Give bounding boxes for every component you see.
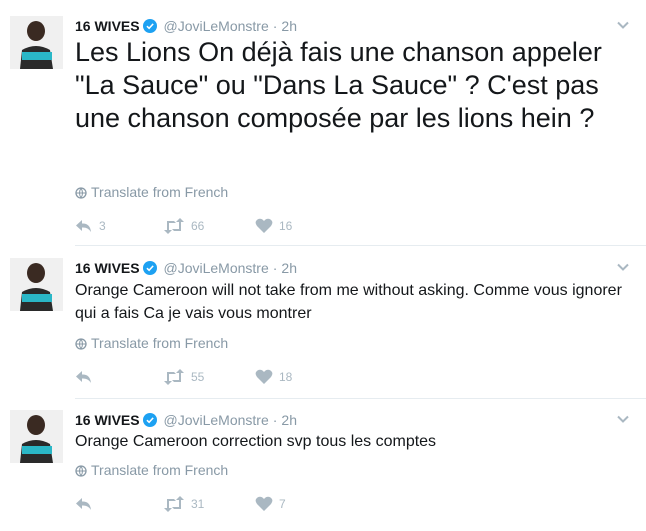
translate-label: Translate from French — [91, 462, 229, 478]
reply-button[interactable] — [75, 495, 99, 513]
retweet-icon — [164, 369, 184, 385]
tweet-divider — [75, 245, 646, 246]
tweet[interactable]: 16 WIVES @JoviLeMonstre · 2h Les Lions On … — [0, 16, 646, 246]
display-name[interactable]: 16 WIVES — [75, 260, 140, 276]
display-name[interactable]: 16 WIVES — [75, 412, 140, 428]
retweet-button[interactable]: 66 — [163, 217, 204, 235]
retweet-count: 31 — [191, 497, 205, 511]
like-count: 16 — [279, 219, 293, 233]
tweet-timeline: 16 WIVES @JoviLeMonstre · 2h Les Lions On … — [0, 0, 646, 531]
reply-count: 3 — [99, 219, 106, 233]
timestamp[interactable]: 2h — [281, 18, 297, 34]
avatar[interactable] — [10, 258, 63, 311]
translate-link[interactable]: Translate from French — [75, 462, 228, 480]
separator-dot: · — [272, 412, 278, 428]
reply-icon — [76, 371, 91, 383]
globe-icon — [75, 337, 87, 353]
reply-icon — [76, 498, 91, 510]
like-button[interactable]: 7 — [255, 495, 286, 513]
retweet-icon — [164, 218, 184, 234]
avatar[interactable] — [10, 410, 63, 463]
like-button[interactable]: 16 — [255, 217, 292, 235]
chevron-down-icon[interactable] — [616, 260, 630, 274]
reply-icon — [76, 220, 91, 232]
retweet-count: 55 — [191, 370, 205, 384]
tweet-text: Orange Cameroon will not take from me wi… — [75, 282, 622, 322]
like-count: 7 — [279, 497, 286, 511]
retweet-button[interactable]: 55 — [163, 368, 204, 386]
like-count: 18 — [279, 370, 293, 384]
tweet[interactable]: 16 WIVES @JoviLeMonstre · 2h Orange Camero… — [0, 410, 646, 531]
heart-icon — [255, 218, 273, 233]
retweet-count: 66 — [191, 219, 205, 233]
translate-link[interactable]: Translate from French — [75, 335, 228, 353]
verified-badge-icon — [142, 412, 157, 432]
tweet-divider — [75, 398, 646, 399]
verified-badge-icon — [142, 260, 157, 280]
chevron-down-icon[interactable] — [616, 18, 630, 32]
translate-label: Translate from French — [91, 335, 229, 351]
user-handle[interactable]: @JoviLeMonstre — [163, 18, 268, 34]
separator-dot: · — [272, 18, 278, 34]
user-handle[interactable]: @JoviLeMonstre — [163, 260, 268, 276]
tweet-text: Orange Cameroon correction svp tous les … — [75, 433, 437, 450]
globe-icon — [75, 186, 87, 202]
user-handle[interactable]: @JoviLeMonstre — [163, 412, 268, 428]
retweet-button[interactable]: 31 — [163, 495, 204, 513]
tweet[interactable]: 16 WIVES @JoviLeMonstre · 2h Orange Camero… — [0, 258, 646, 398]
reply-button[interactable]: 3 — [75, 217, 106, 235]
display-name[interactable]: 16 WIVES — [75, 18, 140, 34]
timestamp[interactable]: 2h — [281, 260, 297, 276]
separator-dot: · — [272, 260, 278, 276]
heart-icon — [255, 496, 273, 511]
verified-badge-icon — [142, 18, 157, 38]
translate-link[interactable]: Translate from French — [75, 184, 228, 202]
like-button[interactable]: 18 — [255, 368, 292, 386]
heart-icon — [255, 369, 273, 384]
chevron-down-icon[interactable] — [616, 412, 630, 426]
avatar[interactable] — [10, 16, 63, 69]
translate-label: Translate from French — [91, 184, 229, 200]
reply-button[interactable] — [75, 368, 99, 386]
tweet-header: 16 WIVES @JoviLeMonstre · 2h — [75, 410, 297, 430]
globe-icon — [75, 464, 87, 480]
tweet-text: Les Lions On déjà fais une chanson appel… — [75, 37, 602, 133]
retweet-icon — [164, 496, 184, 512]
tweet-header: 16 WIVES @JoviLeMonstre · 2h — [75, 16, 297, 36]
timestamp[interactable]: 2h — [281, 412, 297, 428]
tweet-header: 16 WIVES @JoviLeMonstre · 2h — [75, 258, 297, 278]
